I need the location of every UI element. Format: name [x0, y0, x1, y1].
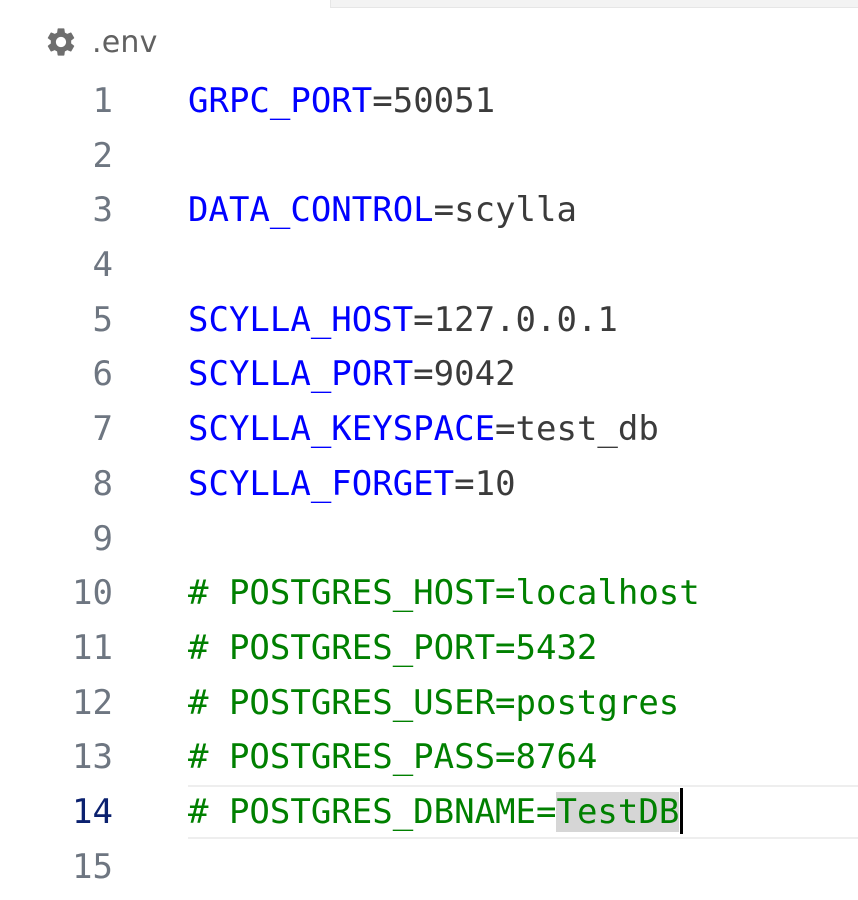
code-line[interactable]: 7 SCYLLA_KEYSPACE=test_db	[0, 402, 858, 457]
code-line[interactable]: 12 # POSTGRES_USER=postgres	[0, 676, 858, 731]
line-content[interactable]: # POSTGRES_USER=postgres	[188, 676, 679, 731]
line-content[interactable]: SCYLLA_HOST=127.0.0.1	[188, 293, 618, 348]
comment-text: # POSTGRES_PASS=8764	[188, 737, 598, 778]
equals-sign: =	[413, 354, 434, 395]
code-line[interactable]: 5 SCYLLA_HOST=127.0.0.1	[0, 293, 858, 348]
tab-bar	[0, 0, 858, 8]
code-line[interactable]: 6 SCYLLA_PORT=9042	[0, 347, 858, 402]
line-number: 5	[92, 299, 113, 340]
env-key: DATA_CONTROL	[188, 190, 434, 231]
code-line[interactable]: 4	[0, 238, 858, 293]
line-content[interactable]: GRPC_PORT=50051	[188, 74, 495, 129]
env-key: GRPC_PORT	[188, 81, 373, 121]
breadcrumb[interactable]: .env	[44, 24, 158, 60]
comment-text: # POSTGRES_HOST=localhost	[188, 573, 700, 614]
line-content[interactable]: SCYLLA_PORT=9042	[188, 347, 516, 402]
env-value: 9042	[433, 354, 516, 395]
code-line[interactable]: 11 # POSTGRES_PORT=5432	[0, 621, 858, 676]
gear-icon	[47, 28, 75, 56]
env-value: 50051	[392, 81, 496, 121]
equals-sign: =	[372, 81, 393, 121]
line-number: 4	[92, 245, 113, 286]
code-line[interactable]: 3 DATA_CONTROL=scylla	[0, 183, 858, 238]
line-number: 12	[72, 682, 113, 723]
env-value: test_db	[515, 409, 659, 450]
code-editor[interactable]: .env 1 GRPC_PORT=50051 2 3 DATA_CONTROL=scyl…	[0, 0, 858, 900]
line-number: 13	[72, 737, 113, 778]
env-value: 127.0.0.1	[433, 299, 618, 340]
line-content[interactable]: # POSTGRES_HOST=localhost	[188, 566, 700, 621]
inactive-tab-strip[interactable]	[330, 0, 858, 8]
comment-text: # POSTGRES_PORT=5432	[188, 627, 598, 668]
line-content[interactable]: # POSTGRES_DBNAME=TestDB	[188, 785, 684, 840]
code-line[interactable]: 8 SCYLLA_FORGET=10	[0, 457, 858, 512]
line-number: 15	[72, 846, 113, 887]
comment-text: # POSTGRES_USER=postgres	[188, 682, 680, 723]
code-line[interactable]: 10 # POSTGRES_HOST=localhost	[0, 566, 858, 621]
env-value: 10	[474, 463, 516, 504]
line-number: 1	[92, 81, 113, 121]
code-line[interactable]: 2	[0, 129, 858, 184]
env-key: SCYLLA_KEYSPACE	[188, 409, 496, 450]
line-content[interactable]: SCYLLA_KEYSPACE=test_db	[188, 402, 659, 457]
line-number: 6	[92, 354, 113, 395]
line-content[interactable]: # POSTGRES_PASS=8764	[188, 730, 597, 785]
code-lines[interactable]: 1 GRPC_PORT=50051 2 3 DATA_CONTROL=scylla 4 5 S…	[0, 74, 858, 894]
equals-sign: =	[433, 190, 455, 231]
line-content[interactable]: DATA_CONTROL=scylla	[188, 183, 577, 238]
line-number: 3	[92, 190, 113, 231]
line-number: 14	[72, 791, 113, 832]
line-content[interactable]: SCYLLA_FORGET=10	[188, 457, 516, 512]
code-line[interactable]: 15	[0, 840, 858, 895]
equals-sign: =	[454, 463, 475, 504]
env-value: scylla	[454, 190, 577, 231]
env-key: SCYLLA_PORT	[188, 354, 414, 395]
env-key: SCYLLA_FORGET	[188, 463, 455, 504]
line-number: 11	[72, 627, 113, 668]
equals-sign: =	[495, 409, 516, 450]
line-number: 8	[92, 463, 113, 504]
env-key: SCYLLA_HOST	[188, 299, 414, 340]
file-name: .env	[92, 24, 158, 60]
line-number: 10	[72, 573, 113, 614]
code-line[interactable]: 13 # POSTGRES_PASS=8764	[0, 730, 858, 785]
text-cursor	[680, 788, 684, 835]
line-number: 2	[92, 135, 113, 176]
equals-sign: =	[413, 299, 434, 340]
line-content[interactable]: # POSTGRES_PORT=5432	[188, 621, 597, 676]
line-number: 9	[92, 518, 113, 559]
line-number: 7	[92, 409, 113, 450]
comment-text: # POSTGRES_DBNAME=	[188, 791, 557, 832]
selected-text: TestDB	[556, 791, 680, 832]
code-line[interactable]: 1 GRPC_PORT=50051	[0, 74, 858, 129]
code-line[interactable]: 9	[0, 512, 858, 567]
code-line[interactable]: 14 # POSTGRES_DBNAME=TestDB	[0, 784, 858, 840]
